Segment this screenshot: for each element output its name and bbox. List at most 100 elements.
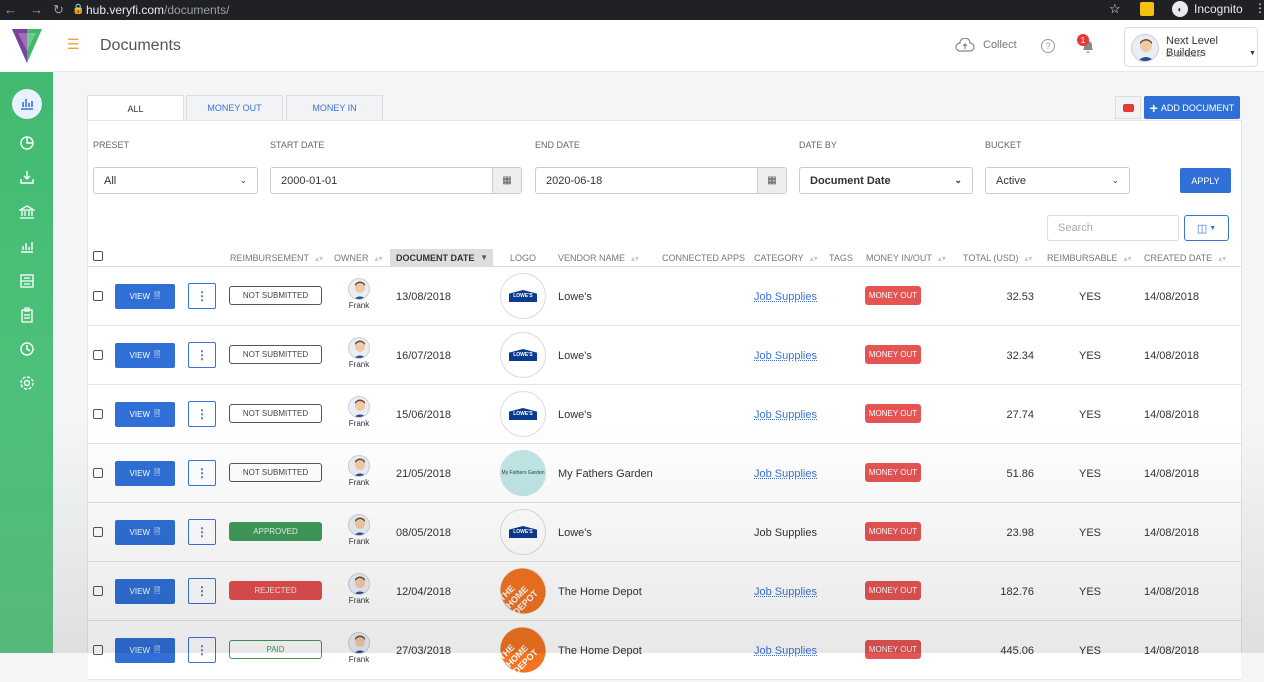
- owner-name: Frank: [348, 360, 370, 369]
- more-actions-button[interactable]: ⋮: [188, 578, 216, 604]
- category-link[interactable]: Job Supplies: [754, 409, 817, 421]
- incognito-icon: ◐: [1172, 1, 1188, 17]
- calendar-icon[interactable]: ▦: [492, 168, 521, 193]
- collect-button[interactable]: Collect: [955, 38, 1017, 52]
- sidebar-item-inbox[interactable]: [0, 160, 53, 194]
- add-document-button[interactable]: + ADD DOCUMENT: [1144, 96, 1240, 119]
- view-button[interactable]: VIEW 🗎: [115, 579, 175, 604]
- table-row[interactable]: VIEW 🗎 ⋮ PAID Frank 27/03/2018 THE HOME DEPOT T…: [88, 618, 1241, 682]
- column-document-date[interactable]: DOCUMENT DATE ▼: [390, 249, 493, 267]
- category-link[interactable]: Job Supplies: [754, 586, 817, 598]
- category-link[interactable]: Job Supplies: [754, 645, 817, 657]
- category-link[interactable]: Job Supplies: [754, 291, 817, 303]
- money-out-badge: MONEY OUT: [865, 522, 921, 541]
- apply-button[interactable]: APPLY: [1180, 168, 1231, 193]
- column-total[interactable]: TOTAL (USD) ▴▾: [963, 253, 1032, 263]
- search-input[interactable]: Search: [1047, 215, 1179, 241]
- start-date-label: START DATE: [270, 140, 325, 150]
- view-button[interactable]: VIEW 🗎: [115, 343, 175, 368]
- row-checkbox[interactable]: [93, 527, 103, 537]
- column-picker-button[interactable]: ◫ ▼: [1184, 215, 1229, 241]
- view-button[interactable]: VIEW 🗎: [115, 638, 175, 663]
- owner-cell: Frank: [346, 573, 372, 605]
- back-icon[interactable]: ←: [4, 2, 17, 17]
- reimbursement-status-badge[interactable]: NOT SUBMITTED: [229, 345, 322, 364]
- sidebar-item-documents[interactable]: [0, 87, 53, 121]
- tab-money-out[interactable]: MONEY OUT: [186, 95, 283, 120]
- more-actions-button[interactable]: ⋮: [188, 519, 216, 545]
- row-checkbox[interactable]: [93, 645, 103, 655]
- more-actions-button[interactable]: ⋮: [188, 401, 216, 427]
- table-row[interactable]: VIEW 🗎 ⋮ REJECTED Frank 12/04/2018 THE HOME DE…: [88, 559, 1241, 623]
- sidebar-item-banking[interactable]: [0, 195, 53, 229]
- reimbursement-status-badge[interactable]: NOT SUBMITTED: [229, 286, 322, 305]
- end-date-label: END DATE: [535, 140, 580, 150]
- extension-icon[interactable]: [1140, 2, 1154, 16]
- row-checkbox[interactable]: [93, 409, 103, 419]
- bookmark-star-icon[interactable]: ☆: [1109, 1, 1121, 17]
- reimbursement-status-badge[interactable]: APPROVED: [229, 522, 322, 541]
- table-row[interactable]: VIEW 🗎 ⋮ APPROVED Frank 08/05/2018 LOWE'S Lowe'…: [88, 503, 1241, 562]
- view-button[interactable]: VIEW 🗎: [115, 520, 175, 545]
- veryfi-logo[interactable]: [0, 20, 53, 72]
- view-button[interactable]: VIEW 🗎: [115, 284, 175, 309]
- view-button[interactable]: VIEW 🗎: [115, 461, 175, 486]
- reimbursement-status-badge[interactable]: REJECTED: [229, 581, 322, 600]
- select-all-checkbox[interactable]: [93, 251, 103, 261]
- start-date-input[interactable]: 2000-01-01 ▦: [270, 167, 522, 194]
- date-by-select[interactable]: Document Date ⌄: [799, 167, 973, 194]
- preset-select[interactable]: All ⌄: [93, 167, 258, 194]
- sidebar-item-settings[interactable]: [0, 366, 53, 400]
- forward-icon[interactable]: →: [30, 2, 43, 17]
- bucket-select[interactable]: Active ⌄: [985, 167, 1130, 194]
- category-link[interactable]: Job Supplies: [754, 468, 817, 480]
- column-reimbursement[interactable]: REIMBURSEMENT ▴▾: [230, 253, 323, 263]
- table-row[interactable]: VIEW 🗎 ⋮ NOT SUBMITTED Frank 13/08/2018 LOWE'S…: [88, 267, 1241, 326]
- column-category[interactable]: CATEGORY ▴▾: [754, 253, 818, 263]
- row-checkbox[interactable]: [93, 350, 103, 360]
- column-created-date[interactable]: CREATED DATE ▴▾: [1144, 253, 1226, 263]
- more-actions-button[interactable]: ⋮: [188, 460, 216, 486]
- incognito-profile[interactable]: ◐ Incognito: [1172, 1, 1243, 17]
- column-money-in-out[interactable]: MONEY IN/OUT ▴▾: [866, 253, 946, 263]
- help-icon[interactable]: ?: [1041, 39, 1055, 53]
- row-checkbox[interactable]: [93, 586, 103, 596]
- tab-money-in[interactable]: MONEY IN: [286, 95, 383, 120]
- view-button[interactable]: VIEW 🗎: [115, 402, 175, 427]
- sidebar-item-receipts[interactable]: [0, 264, 53, 298]
- created-date: 14/08/2018: [1144, 409, 1200, 421]
- page-title: Documents: [100, 37, 181, 54]
- sidebar-item-history[interactable]: [0, 332, 53, 366]
- avatar: [1131, 34, 1159, 62]
- category-link[interactable]: Job Supplies: [754, 527, 817, 539]
- reimbursable-value: YES: [1079, 468, 1102, 480]
- row-checkbox[interactable]: [93, 291, 103, 301]
- sidebar-item-reports[interactable]: [0, 126, 53, 160]
- tab-all[interactable]: ALL: [87, 95, 184, 121]
- notifications-bell-icon[interactable]: 1: [1077, 34, 1095, 59]
- reimbursement-status-badge[interactable]: NOT SUBMITTED: [229, 463, 322, 482]
- more-actions-button[interactable]: ⋮: [188, 342, 216, 368]
- column-reimbursable[interactable]: REIMBURSABLE ▴▾: [1047, 253, 1132, 263]
- category-link[interactable]: Job Supplies: [754, 350, 817, 362]
- row-checkbox[interactable]: [93, 468, 103, 478]
- column-vendor-name[interactable]: VENDOR NAME ▴▾: [558, 253, 639, 263]
- sidebar-item-tasks[interactable]: [0, 298, 53, 332]
- table-row[interactable]: VIEW 🗎 ⋮ NOT SUBMITTED Frank 16/07/2018 LOWE'S…: [88, 326, 1241, 385]
- address-bar[interactable]: hub.veryfi.com/documents/: [86, 3, 229, 17]
- reload-icon[interactable]: ↻: [53, 2, 64, 18]
- sidebar-item-analytics[interactable]: [0, 229, 53, 263]
- reimbursement-status-badge[interactable]: PAID: [229, 640, 322, 659]
- more-actions-button[interactable]: ⋮: [188, 637, 216, 663]
- column-owner[interactable]: OWNER ▴▾: [334, 253, 383, 263]
- table-row[interactable]: VIEW 🗎 ⋮ NOT SUBMITTED Frank 21/05/2018 My Fat…: [88, 444, 1241, 503]
- table-row[interactable]: VIEW 🗎 ⋮ NOT SUBMITTED Frank 15/06/2018 LOWE'S…: [88, 385, 1241, 444]
- more-actions-button[interactable]: ⋮: [188, 283, 216, 309]
- account-switcher[interactable]: Next Level Builders BUSINESS ▼: [1124, 27, 1258, 67]
- browser-menu-icon[interactable]: ⋮: [1254, 1, 1264, 15]
- end-date-input[interactable]: 2020-06-18 ▦: [535, 167, 787, 194]
- youtube-tutorial-button[interactable]: [1115, 96, 1141, 119]
- reimbursement-status-badge[interactable]: NOT SUBMITTED: [229, 404, 322, 423]
- hamburger-menu-icon[interactable]: ☰: [67, 36, 80, 53]
- calendar-icon[interactable]: ▦: [757, 168, 786, 193]
